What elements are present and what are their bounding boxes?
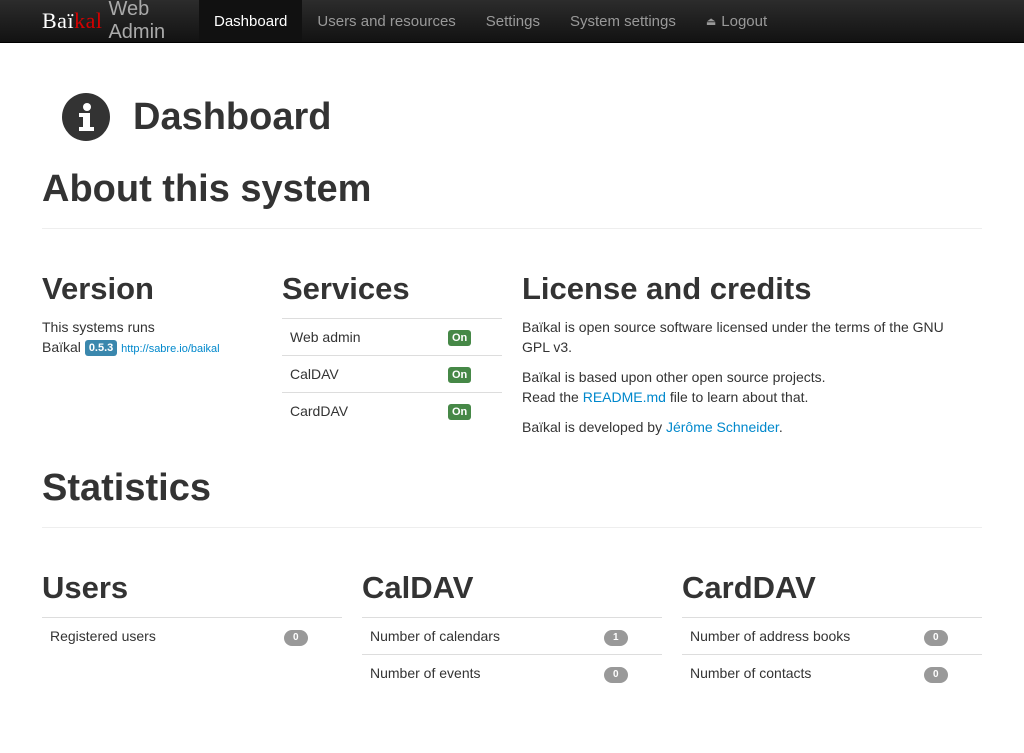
version-section: Version This systems runs Baïkal 0.5.3 h… bbox=[42, 273, 282, 447]
table-row: Number of events 0 bbox=[362, 654, 662, 691]
version-badge: 0.5.3 bbox=[84, 340, 118, 356]
count-badge: 0 bbox=[924, 666, 948, 683]
caldav-stats-table: Number of calendars 1 Number of events 0 bbox=[362, 617, 662, 691]
about-row: Version This systems runs Baïkal 0.5.3 h… bbox=[42, 273, 982, 447]
count-badge: 0 bbox=[604, 666, 628, 683]
nav-item-logout[interactable]: ⏏ Logout bbox=[691, 0, 782, 42]
developer-text: Baïkal is developed by Jérôme Schneider. bbox=[522, 419, 783, 435]
carddav-stats-table: Number of address books 0 Number of cont… bbox=[682, 617, 982, 691]
users-stats-title: Users bbox=[42, 570, 129, 605]
status-badge: On bbox=[448, 404, 472, 420]
statistics-row: Users Registered users 0 CalDAV Number o… bbox=[42, 572, 982, 691]
nav-item-settings[interactable]: Settings bbox=[471, 0, 555, 42]
license-text: Baïkal is open source software licensed … bbox=[522, 319, 944, 355]
table-row: Registered users 0 bbox=[42, 617, 342, 654]
brand-suffix: Web Admin bbox=[108, 0, 166, 43]
nav-item-users-and-resources[interactable]: Users and resources bbox=[302, 0, 470, 42]
services-section: Services Web admin On CalDAV On CardDAV … bbox=[282, 273, 522, 447]
divider bbox=[42, 527, 982, 528]
version-line2: Baïkal 0.5.3 http://sabre.io/baikal bbox=[42, 337, 282, 359]
about-title: About this system bbox=[42, 168, 372, 210]
logout-label: Logout bbox=[721, 12, 768, 30]
info-icon bbox=[62, 93, 110, 141]
users-stats-table: Registered users 0 bbox=[42, 617, 342, 654]
carddav-stats-title: CardDAV bbox=[682, 570, 816, 605]
status-badge: On bbox=[448, 330, 472, 346]
version-name: Baïkal bbox=[42, 339, 81, 355]
author-link[interactable]: Jérôme Schneider bbox=[666, 419, 779, 435]
table-row: CardDAV On bbox=[282, 392, 502, 429]
projects-text: Baïkal is based upon other open source p… bbox=[522, 369, 826, 405]
table-row: Number of calendars 1 bbox=[362, 617, 662, 655]
main-content: Dashboard About this system Version This… bbox=[0, 89, 1024, 691]
nav-item-dashboard[interactable]: Dashboard bbox=[199, 0, 303, 42]
stat-label: Number of events bbox=[362, 654, 596, 691]
nav-menu: Dashboard Users and resources Settings S… bbox=[199, 0, 782, 42]
service-name: CalDAV bbox=[282, 355, 440, 393]
table-row: Number of contacts 0 bbox=[682, 654, 982, 691]
count-badge: 1 bbox=[604, 629, 628, 646]
count-badge: 0 bbox=[284, 629, 308, 646]
caldav-stats-section: CalDAV Number of calendars 1 Number of e… bbox=[362, 572, 682, 691]
service-name: CardDAV bbox=[282, 392, 440, 429]
stat-label: Registered users bbox=[42, 617, 276, 654]
page-header: Dashboard bbox=[42, 89, 982, 145]
stat-label: Number of address books bbox=[682, 617, 916, 655]
table-row: Web admin On bbox=[282, 318, 502, 356]
caldav-stats-title: CalDAV bbox=[362, 570, 474, 605]
services-title: Services bbox=[282, 271, 410, 306]
table-row: Number of address books 0 bbox=[682, 617, 982, 655]
divider bbox=[42, 228, 982, 229]
version-title: Version bbox=[42, 271, 154, 306]
services-table: Web admin On CalDAV On CardDAV On bbox=[282, 318, 502, 429]
page-title: Dashboard bbox=[133, 95, 332, 138]
carddav-stats-section: CardDAV Number of address books 0 Number… bbox=[682, 572, 982, 691]
stat-label: Number of calendars bbox=[362, 617, 596, 655]
users-stats-section: Users Registered users 0 bbox=[42, 572, 362, 691]
eject-icon: ⏏ bbox=[705, 15, 717, 28]
brand-logo[interactable]: Baïkal Web Admin bbox=[0, 0, 199, 43]
brand-name: Baïkal bbox=[42, 8, 103, 33]
status-badge: On bbox=[448, 367, 472, 383]
version-line1: This systems runs bbox=[42, 319, 155, 335]
license-section: License and credits Baïkal is open sourc… bbox=[522, 273, 962, 447]
count-badge: 0 bbox=[924, 629, 948, 646]
readme-link[interactable]: README.md bbox=[583, 389, 666, 405]
statistics-title: Statistics bbox=[42, 467, 211, 509]
license-title: License and credits bbox=[522, 271, 812, 306]
nav-item-system-settings[interactable]: System settings bbox=[555, 0, 691, 42]
table-row: CalDAV On bbox=[282, 355, 502, 393]
stat-label: Number of contacts bbox=[682, 654, 916, 691]
sabre-link[interactable]: http://sabre.io/baikal bbox=[121, 343, 219, 355]
navbar: Baïkal Web Admin Dashboard Users and res… bbox=[0, 0, 1024, 43]
service-name: Web admin bbox=[282, 318, 440, 356]
